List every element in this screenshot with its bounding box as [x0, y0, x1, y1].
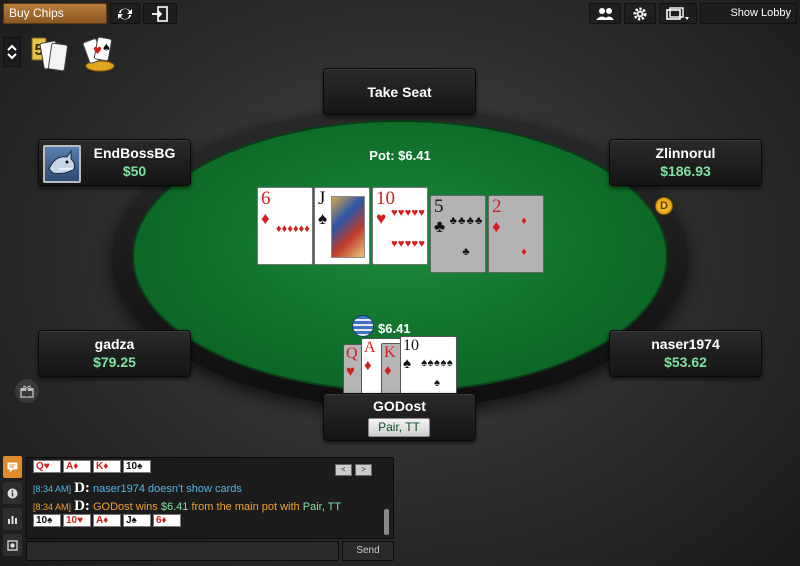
gear-icon	[633, 7, 647, 20]
player-stack: $79.25	[93, 354, 136, 370]
player-stack: $186.93	[660, 163, 711, 179]
refresh-icon	[118, 8, 132, 19]
mini-card: Q♥	[33, 460, 61, 473]
card-suit: ♣	[434, 217, 446, 236]
chat-prev-button[interactable]: <	[335, 464, 352, 476]
card-suit: ♥	[376, 209, 387, 228]
seat-naser1974[interactable]: naser1974 $53.62	[609, 330, 762, 377]
card-suit: ♦	[261, 209, 270, 228]
card-suit: ♦	[384, 362, 392, 379]
card-rank: A	[364, 339, 376, 356]
players-icon	[596, 7, 614, 20]
rebuy-button[interactable]	[110, 3, 140, 24]
svg-text:♠: ♠	[102, 43, 111, 54]
player-name: naser1974	[651, 336, 720, 352]
mini-card: A♦	[93, 514, 121, 527]
window-icon	[666, 6, 689, 20]
chat-tab-strip	[3, 456, 24, 564]
card-rank: K	[384, 344, 396, 361]
mini-card: A♦	[63, 460, 91, 473]
mini-card: 10♠	[33, 514, 61, 527]
take-seat-button[interactable]: Take Seat	[323, 68, 476, 115]
board-card: 6 ♦ ♦ ♦ ♦ ♦ ♦ ♦	[257, 187, 313, 265]
board-card: 10 ♥ ♥ ♥ ♥ ♥ ♥ ♥ ♥ ♥ ♥ ♥	[372, 187, 428, 265]
card-rank: 2	[492, 196, 502, 217]
player-name: Zlinnorul	[655, 145, 716, 161]
send-button[interactable]: Send	[342, 541, 394, 561]
jack-face-art	[331, 196, 365, 258]
cards-badge-icon: 5 ♥ ♠	[31, 36, 115, 72]
player-name: GODost	[373, 398, 426, 414]
players-button[interactable]	[589, 3, 621, 24]
card-rank: J	[318, 188, 326, 209]
svg-text:♥: ♥	[93, 46, 102, 57]
card-suit: ♥	[346, 363, 355, 380]
mini-card: 6♦	[153, 514, 181, 527]
hand-strength-badge: Pair, TT	[368, 418, 430, 437]
achievement-badges[interactable]: 5 ♥ ♠	[28, 32, 128, 76]
chat-message: [8:34 AM] D: naser1974 doesn't show card…	[33, 480, 242, 496]
collapse-toggle[interactable]	[3, 37, 21, 67]
card-rank: 10	[403, 337, 419, 354]
gift-icon	[20, 385, 34, 398]
dealer-button: D	[655, 197, 673, 215]
leave-table-button[interactable]	[143, 3, 177, 24]
card-suit: ♦	[492, 217, 501, 236]
card-rank: 6	[261, 188, 271, 209]
notes-icon	[7, 539, 18, 551]
window-options-button[interactable]	[659, 3, 697, 24]
tab-notes[interactable]	[3, 534, 22, 556]
chat-scrollbar[interactable]	[384, 509, 389, 535]
mini-card: K♦	[93, 460, 121, 473]
chat-log[interactable]: Q♥ A♦ K♦ 10♠ < > [8:34 AM] D: naser1974 doe…	[26, 457, 394, 539]
chat-message: [8:34 AM] D: GODost wins $6.41 from the …	[33, 498, 342, 514]
mini-card: 10♠	[123, 460, 151, 473]
tab-chat[interactable]	[3, 456, 22, 478]
gift-button[interactable]	[14, 378, 40, 404]
hero-card: 10 ♠ ♠ ♠ ♠ ♠ ♠ ♠	[400, 336, 457, 398]
board-card: J ♠	[314, 187, 370, 265]
avatar	[43, 145, 81, 183]
chip-stack-icon	[352, 315, 374, 337]
card-suit: ♦	[364, 357, 372, 374]
seat-zlinnorul[interactable]: Zlinnorul $186.93	[609, 139, 762, 186]
player-name: gadza	[94, 336, 135, 352]
bet-amount: $6.41	[378, 321, 411, 336]
seat-gadza[interactable]: gadza $79.25	[38, 330, 191, 377]
card-rank: 5	[434, 196, 444, 217]
chat-cards-row: 10♠ 10♥ A♦ J♠ 6♦	[33, 514, 183, 527]
chat-cards-row: Q♥ A♦ K♦ 10♠	[33, 460, 153, 473]
card-suit: ♠	[318, 209, 328, 228]
tab-stats[interactable]	[3, 508, 22, 530]
leave-table-icon	[152, 5, 168, 22]
card-suit: ♠	[403, 355, 411, 372]
chevron-down-icon	[7, 53, 17, 60]
mini-card: 10♥	[63, 514, 91, 527]
mini-card: J♠	[123, 514, 151, 527]
pot-label: Pot: $6.41	[369, 148, 431, 163]
board-card: 2 ♦ ♦ ♦	[488, 195, 544, 273]
chevron-up-icon	[7, 44, 17, 51]
show-lobby-button[interactable]: Show Lobby	[700, 3, 797, 24]
board-card: 5 ♣ ♣ ♣ ♣ ♣ ♣	[430, 195, 486, 273]
player-stack: $53.62	[664, 354, 707, 370]
card-rank: Q	[346, 345, 358, 362]
settings-button[interactable]	[624, 3, 656, 24]
shark-avatar-icon	[48, 149, 76, 174]
chat-icon	[7, 462, 18, 472]
chat-next-button[interactable]: >	[355, 464, 372, 476]
tab-info[interactable]	[3, 482, 22, 504]
buy-chips-button[interactable]: Buy Chips	[3, 3, 107, 24]
bar-chart-icon	[8, 516, 17, 524]
chat-input[interactable]	[26, 541, 339, 561]
info-icon	[7, 488, 18, 498]
